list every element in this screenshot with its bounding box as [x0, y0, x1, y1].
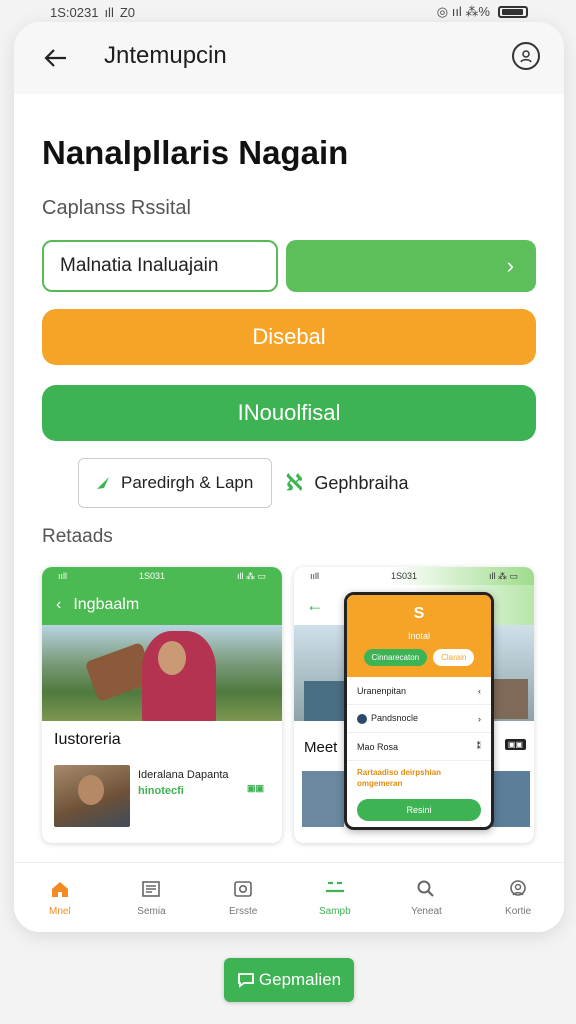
green-button-label: INouolfisal	[237, 400, 341, 425]
overlay-phone[interactable]: S Inotal Cinnarecaton Clarain Uranenpita…	[344, 592, 494, 830]
preview-card-2[interactable]: ııll 1S031 ıll ⁂ ▭ ← Meet ▣▣ S Inotal Ci…	[294, 567, 534, 843]
photo-thumb	[302, 771, 344, 827]
back-button[interactable]	[38, 40, 74, 76]
profile-icon	[520, 50, 532, 63]
overlay-logo-icon: S	[413, 605, 425, 622]
nav-item-camera[interactable]: Ersste	[208, 878, 278, 917]
photo-thumb	[488, 771, 530, 827]
arrow-left-icon	[44, 49, 66, 67]
overlay-item-mark: ›	[478, 713, 481, 724]
overlay-note: Rartaadiso deirpshian omgemeran	[357, 768, 442, 788]
overlay-item-label: Mao Rosa	[357, 741, 399, 752]
profile-button[interactable]	[512, 42, 540, 70]
nav-item-search[interactable]: Yeneat	[391, 878, 461, 917]
orange-button-label: Disebal	[252, 324, 326, 349]
outline-chip-button[interactable]: Paredirgh & Lapn	[78, 458, 272, 508]
app-title: Jntemupcin	[104, 42, 227, 69]
photo-thumb	[304, 681, 344, 721]
hero-photo	[42, 625, 282, 721]
mini-time: 1S031	[138, 571, 165, 581]
dot-icon	[357, 713, 367, 724]
chevron-right-icon: ›	[506, 253, 514, 278]
page-subtitle: Caplanss Rssital	[42, 197, 191, 219]
thumbnail	[54, 765, 130, 827]
app-bar: Jntemupcin	[14, 22, 564, 94]
overlay-item-mark: ‹	[478, 685, 481, 696]
account-icon	[508, 878, 528, 900]
nav-label: Ersste	[228, 906, 258, 917]
card-heading: Iustoreria	[54, 731, 121, 748]
overlay-item-label: Pandsnocle	[371, 713, 419, 724]
text-input[interactable]: Malnatia Inaluajain	[42, 240, 278, 292]
leaf-icon	[97, 477, 109, 489]
nav-label: Semia	[137, 906, 166, 917]
mini-app-title: Ingbaalm	[73, 596, 140, 613]
go-button[interactable]: ›	[286, 240, 536, 292]
menu-icon	[324, 878, 346, 900]
home-icon	[50, 878, 70, 900]
chat-icon	[237, 973, 254, 988]
overlay-tab-secondary[interactable]: Clarain	[433, 649, 475, 666]
green-action-button[interactable]: INouolfisal	[42, 385, 536, 441]
section-label: Retaads	[42, 526, 113, 547]
overlay-list-item[interactable]: Uranenpitan ‹	[347, 677, 491, 705]
preview-card-1[interactable]: ııll 1S031 ıll ⁂ ▭ ‹ Ingbaalm Iustoreria…	[42, 567, 282, 843]
mini-signal: ııll	[58, 571, 67, 581]
mini-status-bar: ııll 1S031 ıll ⁂ ▭	[42, 567, 282, 585]
photo-thumb	[494, 679, 528, 719]
list-item-badge: ▣▣	[246, 783, 264, 793]
card-badge: ▣▣	[504, 739, 526, 750]
chevron-left-icon: ‹	[56, 596, 62, 613]
nav-item-news[interactable]: Semia	[116, 878, 186, 917]
floating-chat-button[interactable]: Gepmalien	[224, 958, 354, 1002]
camera-icon	[233, 878, 253, 900]
floating-button-label: Gepmalien	[258, 970, 342, 989]
overlay-list-item[interactable]: Pandsnocle ›	[347, 705, 491, 733]
status-time: 1S:0231	[50, 4, 99, 20]
search-icon	[416, 878, 436, 900]
nav-item-home[interactable]: Mnel	[25, 878, 95, 917]
mini-app-bar: ‹ Ingbaalm	[42, 585, 282, 625]
mini-status-icons: ıll ⁂ ▭	[236, 570, 266, 581]
overlay-title: Inotal	[407, 631, 431, 641]
status-extra: Z0	[119, 4, 135, 20]
input-value: Malnatia Inaluajain	[60, 255, 219, 276]
list-item[interactable]: Ideralana Dapanta hinotecfi ▣▣	[54, 765, 270, 829]
mini-signal: ııll	[310, 571, 319, 581]
plain-chip-button[interactable]: ℵ Gephbraiha	[286, 458, 408, 508]
bottom-nav: Mnel Semia Ersste Sampb Yeneat Kortie	[14, 862, 564, 932]
news-icon	[141, 878, 161, 900]
nav-label: Mnel	[48, 906, 71, 917]
outline-chip-label: Paredirgh & Lapn	[121, 473, 254, 492]
page-title: Nanalpllaris Nagain	[42, 134, 349, 171]
logo-icon: ℵ	[286, 470, 303, 495]
overlay-header: S Inotal Cinnarecaton Clarain	[347, 595, 491, 677]
status-right-icons: ◎ ııl ⁂%	[436, 4, 490, 19]
mini-time: 1S031	[390, 571, 417, 581]
arrow-left-icon: ←	[306, 594, 324, 615]
nav-label: Sampb	[318, 906, 351, 917]
app-window: Jntemupcin Nanalpllaris Nagain Caplanss …	[14, 22, 564, 932]
list-item-subtitle: hinotecfi	[138, 785, 184, 797]
overlay-item-mark: ⁑	[476, 741, 482, 751]
plain-chip-label: Gephbraiha	[314, 472, 409, 493]
nav-label: Kortie	[505, 906, 532, 917]
mini-status-icons: ıll ⁂ ▭	[488, 570, 518, 581]
signal-icon: ıll	[104, 4, 114, 20]
overlay-item-label: Uranenpitan	[357, 685, 407, 696]
nav-label: Yeneat	[411, 906, 442, 917]
mini-status-bar: ııll 1S031 ıll ⁂ ▭	[294, 567, 534, 585]
nav-item-account[interactable]: Kortie	[483, 878, 553, 917]
battery-icon	[498, 6, 528, 18]
overlay-button[interactable]: Resini	[357, 799, 481, 821]
overlay-tab-primary[interactable]: Cinnarecaton	[363, 649, 428, 666]
nav-item-menu[interactable]: Sampb	[300, 878, 370, 917]
card-heading: Meet	[304, 739, 338, 756]
photo-face	[158, 641, 186, 675]
status-bar: 1S:0231 ıll Z0 ◎ ııl ⁂%	[0, 0, 576, 24]
orange-action-button[interactable]: Disebal	[42, 309, 536, 365]
list-item-title: Ideralana Dapanta	[138, 769, 229, 781]
overlay-list-item[interactable]: Mao Rosa ⁑	[347, 733, 491, 761]
